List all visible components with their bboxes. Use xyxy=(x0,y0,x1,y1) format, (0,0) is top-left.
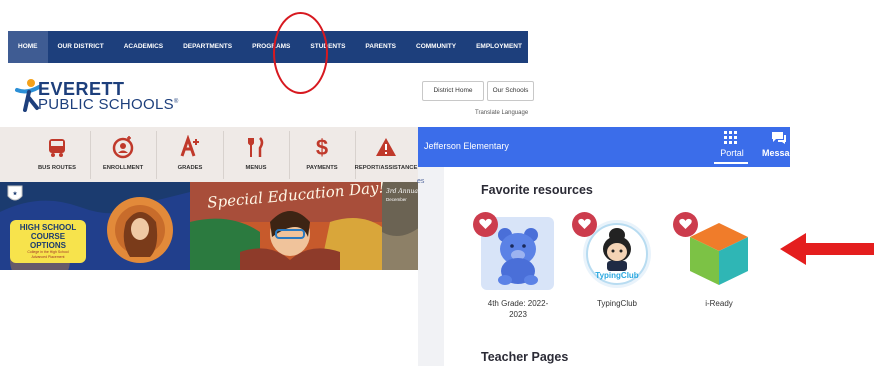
hero-banner[interactable]: HIGH SCHOOL COURSE OPTIONS College in th… xyxy=(0,182,420,270)
resource-label: 4th Grade: 2022- 2023 xyxy=(473,298,563,320)
quick-link-bus-routes[interactable]: BUS ROUTES xyxy=(24,131,91,179)
side-snippet-text: es xyxy=(417,178,425,185)
quick-link-grades[interactable]: GRADES xyxy=(157,131,224,179)
resource-label-line: 4th Grade: 2022- xyxy=(487,299,549,308)
nav-departments[interactable]: DEPARTMENTS xyxy=(173,31,242,63)
banner-heading-line: OPTIONS xyxy=(29,241,66,250)
portal-side-strip xyxy=(418,167,444,366)
nav-our-district[interactable]: OUR DISTRICT xyxy=(48,31,114,63)
school-crest-icon: ★ xyxy=(7,185,23,201)
quick-link-enrollment[interactable]: ENROLLMENT xyxy=(90,131,157,179)
payments-icon: $ xyxy=(316,135,328,159)
quick-link-report-assistance[interactable]: REPORT/ASSISTANCE xyxy=(351,131,421,179)
logo-text-public-schools: PUBLIC SCHOOLS® xyxy=(38,96,179,113)
banner-snippet-text: 3rd Annual xyxy=(386,188,420,195)
enrollment-icon xyxy=(112,136,134,159)
banner-heading-line: HIGH SCHOOL xyxy=(19,223,77,232)
resource-label-line: 2023 xyxy=(509,310,527,319)
svg-text:$: $ xyxy=(316,135,328,159)
annotation-circle xyxy=(273,12,328,94)
tab-portal-underline xyxy=(714,162,748,164)
nav-home[interactable]: HOME xyxy=(8,31,48,63)
quick-link-label: MENUS xyxy=(245,165,267,171)
quick-link-label: PAYMENTS xyxy=(306,165,338,171)
favorite-resources-heading: Favorite resources xyxy=(481,183,593,197)
school-name: Jefferson Elementary xyxy=(424,141,509,151)
our-schools-button[interactable]: Our Schools xyxy=(487,81,534,101)
favorite-heart-icon[interactable] xyxy=(473,212,498,237)
warning-icon xyxy=(376,138,396,156)
teacher-pages-heading: Teacher Pages xyxy=(481,350,569,364)
high-school-course-options-card: HIGH SCHOOL COURSE OPTIONS College in th… xyxy=(10,220,86,263)
nav-community[interactable]: COMMUNITY xyxy=(406,31,466,63)
resource-label: i-Ready xyxy=(674,298,764,309)
banner-snippet-text: December xyxy=(386,197,407,202)
quick-link-label: GRADES xyxy=(177,165,203,171)
translate-language-link[interactable]: Translate Language xyxy=(475,110,528,116)
nav-academics[interactable]: ACADEMICS xyxy=(114,31,173,63)
tab-portal[interactable]: Portal xyxy=(716,148,748,158)
banner-heading-line: COURSE xyxy=(30,232,66,241)
quick-link-payments[interactable]: $ PAYMENTS xyxy=(289,131,356,179)
banner-subtext: Advanced Placement xyxy=(31,255,65,259)
typingclub-logo-text: TypingClub xyxy=(595,271,639,280)
resource-label-line: TypingClub xyxy=(596,299,638,308)
menus-icon xyxy=(248,137,264,157)
bus-icon xyxy=(49,139,65,157)
resource-label: TypingClub xyxy=(572,298,662,309)
quick-link-menus[interactable]: MENUS xyxy=(223,131,290,179)
nav-parents[interactable]: PARENTS xyxy=(355,31,406,63)
annotation-arrow-icon xyxy=(780,233,874,265)
messages-icon xyxy=(772,132,786,144)
quick-link-label: ENROLLMENT xyxy=(102,165,144,171)
quick-link-label: BUS ROUTES xyxy=(37,165,76,171)
apps-grid-icon xyxy=(724,131,737,144)
quick-link-label: REPORT/ASSISTANCE xyxy=(354,165,418,171)
tab-messages[interactable]: Messag xyxy=(762,148,795,158)
grades-icon xyxy=(180,135,199,157)
main-nav: HOME OUR DISTRICT ACADEMICS DEPARTMENTS … xyxy=(8,31,528,63)
nav-employment[interactable]: EMPLOYMENT xyxy=(466,31,532,63)
favorite-heart-icon[interactable] xyxy=(572,212,597,237)
resource-label-line: i-Ready xyxy=(705,299,733,308)
svg-text:★: ★ xyxy=(13,191,18,197)
district-home-button[interactable]: District Home xyxy=(422,81,484,101)
favorite-heart-icon[interactable] xyxy=(673,212,698,237)
